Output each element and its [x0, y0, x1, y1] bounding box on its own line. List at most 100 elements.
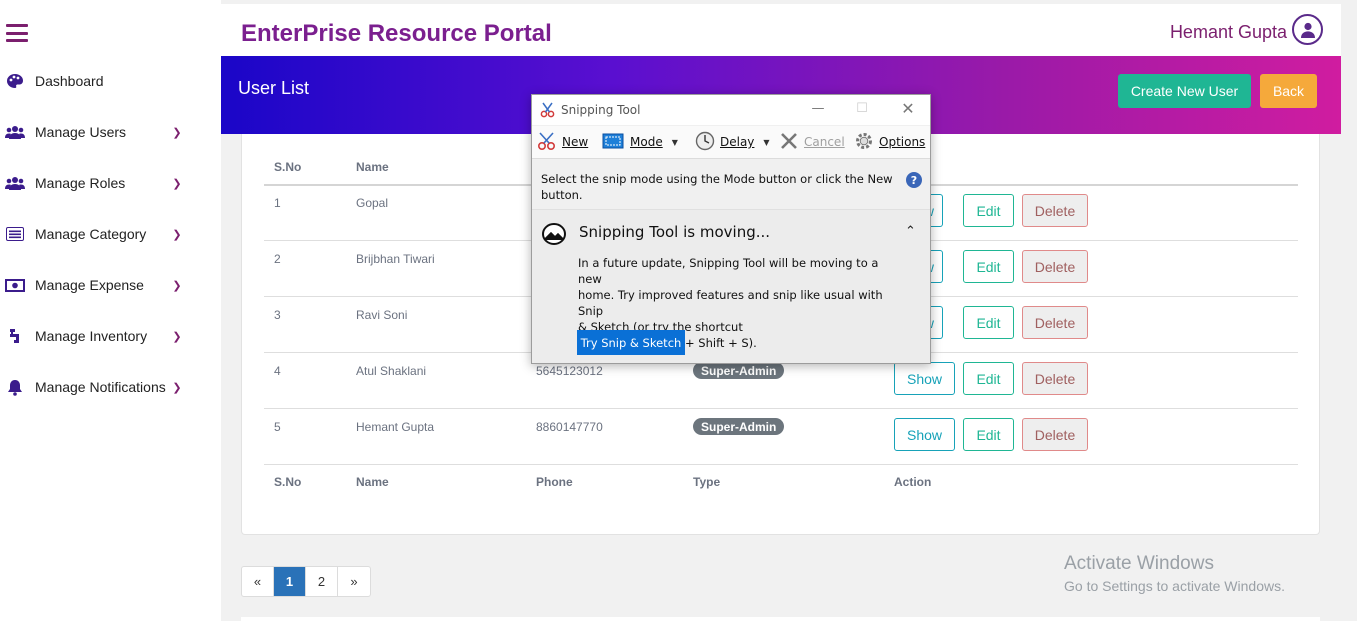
options-button[interactable]: Options	[854, 130, 925, 154]
top-header: EnterPrise Resource Portal Hemant Gupta	[221, 4, 1341, 56]
cell-name: Gopal	[356, 196, 389, 210]
mode-button[interactable]: Mode ▼	[602, 130, 678, 154]
show-button[interactable]: Show	[894, 418, 955, 451]
money-icon	[5, 278, 25, 292]
delete-button[interactable]: Delete	[1022, 306, 1088, 339]
users-icon	[5, 176, 25, 190]
chevron-down-icon: ❯	[172, 177, 182, 190]
pagination-prev[interactable]: «	[242, 567, 274, 596]
row-divider	[264, 464, 1298, 465]
sidebar-item-manage-notifications[interactable]: Manage Notifications ❯	[0, 372, 221, 402]
cancel-x-icon	[780, 132, 798, 153]
row-divider	[264, 408, 1298, 409]
pagination-next[interactable]: »	[338, 567, 370, 596]
edit-button[interactable]: Edit	[963, 306, 1014, 339]
edit-button[interactable]: Edit	[963, 418, 1014, 451]
sidebar-item-label: Manage Roles	[35, 175, 126, 191]
pagination: « 1 2 »	[241, 566, 371, 597]
column-footer-name: Name	[356, 475, 389, 489]
new-snip-button[interactable]: New	[537, 130, 588, 154]
create-new-user-button[interactable]: Create New User	[1118, 74, 1251, 108]
help-icon[interactable]: ?	[906, 172, 922, 188]
activate-windows-title: Activate Windows	[1064, 553, 1214, 574]
delete-button[interactable]: Delete	[1022, 194, 1088, 227]
page-scrollbar[interactable]	[1341, 0, 1357, 621]
column-footer-phone: Phone	[536, 475, 573, 489]
users-icon	[5, 125, 25, 139]
inventory-icon	[5, 328, 25, 344]
pagination-page-1[interactable]: 1	[274, 567, 306, 596]
column-header-sno: S.No	[274, 160, 302, 174]
cell-phone: 8860147770	[536, 420, 603, 434]
snipping-toolbar: New Mode ▼ Delay ▼ Cancel Options	[532, 126, 930, 159]
delete-button[interactable]: Delete	[1022, 250, 1088, 283]
user-name[interactable]: Hemant Gupta	[1170, 22, 1287, 43]
cell-sno: 3	[274, 308, 281, 322]
delay-button[interactable]: Delay ▼	[695, 130, 770, 154]
scissors-icon	[540, 102, 556, 122]
menu-toggle-icon[interactable]	[6, 24, 28, 42]
sidebar-item-manage-inventory[interactable]: Manage Inventory ❯	[0, 321, 221, 351]
mode-icon	[602, 133, 624, 152]
cancel-button: Cancel	[780, 130, 845, 154]
new-label: New	[562, 135, 589, 149]
sidebar-item-label: Manage Category	[35, 226, 147, 242]
column-footer-action: Action	[894, 475, 932, 489]
body-line: home. Try improved features and snip lik…	[578, 288, 883, 318]
dropdown-arrow-icon: ▼	[671, 137, 678, 147]
column-footer-sno: S.No	[274, 475, 302, 489]
scissors-icon	[537, 131, 559, 154]
sidebar-item-label: Manage Notifications	[35, 379, 166, 395]
chevron-down-icon: ❯	[172, 330, 182, 343]
sidebar-item-label: Manage Inventory	[35, 328, 148, 344]
user-avatar-icon[interactable]	[1292, 14, 1323, 45]
type-badge: Super-Admin	[693, 362, 785, 379]
chevron-up-icon[interactable]: ⌃	[905, 224, 916, 239]
chevron-down-icon: ❯	[172, 126, 182, 139]
edit-button[interactable]: Edit	[963, 194, 1014, 227]
show-button[interactable]: Show	[894, 362, 955, 395]
type-badge: Super-Admin	[693, 418, 785, 435]
palette-icon	[5, 73, 25, 89]
column-footer-type: Type	[693, 475, 721, 489]
gear-icon	[854, 131, 874, 154]
options-label: Options	[879, 135, 926, 149]
sidebar-item-manage-users[interactable]: Manage Users ❯	[0, 117, 221, 147]
back-button[interactable]: Back	[1260, 74, 1317, 108]
body-line: In a future update, Snipping Tool will b…	[578, 256, 879, 286]
dropdown-arrow-icon: ▼	[763, 137, 770, 147]
minimize-icon[interactable]: —	[807, 99, 829, 119]
edit-button[interactable]: Edit	[963, 362, 1014, 395]
sidebar-item-manage-roles[interactable]: Manage Roles ❯	[0, 168, 221, 198]
snipping-tool-titlebar[interactable]: Snipping Tool — ☐ ✕	[532, 95, 930, 125]
clock-icon	[695, 131, 715, 154]
mode-label: Mode	[630, 135, 663, 149]
maximize-icon: ☐	[856, 101, 868, 116]
bell-icon	[5, 379, 25, 396]
cell-sno: 1	[274, 196, 281, 210]
delay-label: Delay	[720, 135, 755, 149]
snip-instructions: Select the snip mode using the Mode butt…	[541, 172, 893, 202]
activate-windows-subtitle: Go to Settings to activate Windows.	[1064, 578, 1285, 594]
try-snip-sketch-button[interactable]: Try Snip & Sketch	[577, 330, 685, 355]
sidebar-item-dashboard[interactable]: Dashboard	[0, 66, 221, 96]
cell-name: Ravi Soni	[356, 308, 408, 322]
sidebar-item-label: Dashboard	[35, 73, 104, 89]
chevron-down-icon: ❯	[172, 279, 182, 292]
delete-button[interactable]: Delete	[1022, 362, 1088, 395]
window-title: Snipping Tool	[561, 103, 641, 117]
sidebar-item-label: Manage Expense	[35, 277, 144, 293]
sidebar-item-label: Manage Users	[35, 124, 127, 140]
cell-sno: 5	[274, 420, 281, 434]
moving-notice-panel: Snipping Tool is moving... ⌃ In a future…	[532, 209, 930, 363]
cell-name: Hemant Gupta	[356, 420, 435, 434]
column-header-name: Name	[356, 160, 389, 174]
pagination-page-2[interactable]: 2	[306, 567, 338, 596]
sidebar-item-manage-expense[interactable]: Manage Expense ❯	[0, 270, 221, 300]
sidebar-item-manage-category[interactable]: Manage Category ❯	[0, 219, 221, 249]
cell-sno: 2	[274, 252, 281, 266]
edit-button[interactable]: Edit	[963, 250, 1014, 283]
close-icon[interactable]: ✕	[897, 99, 919, 119]
delete-button[interactable]: Delete	[1022, 418, 1088, 451]
cell-name: Brijbhan Tiwari	[356, 252, 435, 266]
